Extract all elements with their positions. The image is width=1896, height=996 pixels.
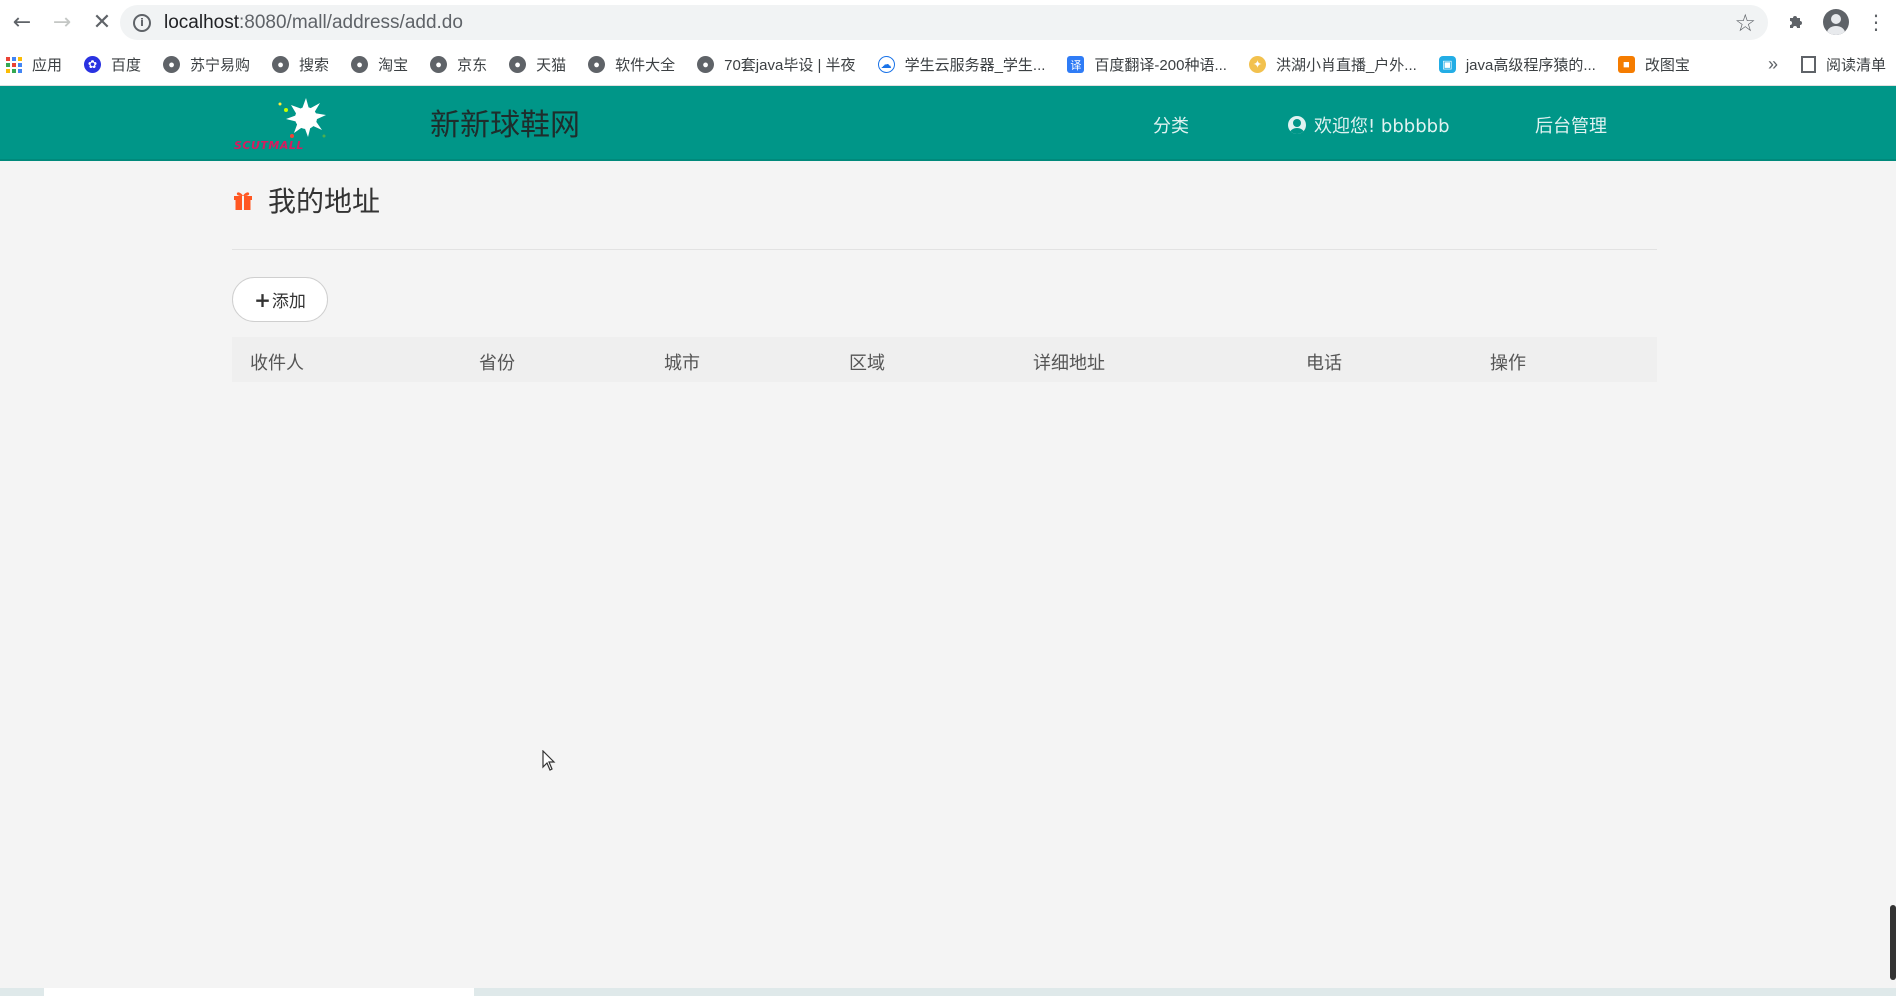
column-district: 区域 (849, 353, 885, 374)
bookmark-apps[interactable]: 应用 (6, 54, 62, 75)
mouse-cursor-icon (542, 749, 556, 776)
bookmark-label: 天猫 (536, 57, 567, 74)
translate-icon: 译 (1067, 56, 1085, 73)
logo-text: SCUTMALL (234, 139, 304, 152)
bookmark-label: 改图宝 (1644, 57, 1690, 74)
column-actions: 操作 (1490, 353, 1526, 374)
globe-icon: ● (588, 56, 606, 73)
title-divider (232, 249, 1657, 250)
browser-toolbar: ← → ✕ i localhost:8080/mall/address/add.… (0, 0, 1896, 44)
bookmark-suning[interactable]: ● 苏宁易购 (163, 54, 250, 75)
taskbar-segment (44, 988, 474, 996)
bookmark-cloud[interactable]: ☁ 学生云服务器_学生... (877, 54, 1046, 75)
reading-list-button[interactable]: 阅读清单 (1800, 54, 1886, 75)
forward-icon[interactable]: → (44, 4, 80, 40)
nav-admin-link[interactable]: 后台管理 (1535, 112, 1607, 138)
plus-icon: + (254, 287, 271, 312)
globe-icon: ● (272, 56, 290, 73)
bookmark-label: 百度 (111, 57, 142, 74)
column-city: 城市 (664, 353, 700, 374)
bookmark-bilibili[interactable]: ▣ java高级程序猿的... (1438, 54, 1596, 75)
site-info-icon[interactable]: i (133, 13, 151, 32)
bookmark-label: 软件大全 (615, 57, 676, 74)
gift-icon (234, 192, 252, 210)
bookmark-label: java高级程序猿的... (1465, 57, 1596, 74)
reading-list-icon (1800, 56, 1816, 73)
bookmarks-overflow-button[interactable]: » (1768, 54, 1778, 75)
bookmarks-bar: 应用 ✿ 百度 ● 苏宁易购 ● 搜索 ● 淘宝 ● 京东 ● 天猫 ● 软件大… (0, 44, 1896, 86)
site-logo[interactable]: SCUTMALL (234, 96, 334, 154)
bookmark-label: 苏宁易购 (190, 57, 251, 74)
address-table-header: 收件人 省份 城市 区域 详细地址 电话 操作 (232, 337, 1657, 382)
bookmark-label: 百度翻译-200种语... (1094, 57, 1227, 74)
menu-kebab-icon[interactable]: ⋮ (1856, 10, 1896, 34)
back-icon[interactable]: ← (4, 4, 40, 40)
bookmark-gaitubao[interactable]: ■ 改图宝 (1617, 54, 1690, 75)
profile-avatar-icon[interactable] (1816, 9, 1856, 35)
globe-icon: ● (509, 56, 527, 73)
scrollbar-thumb[interactable] (1890, 905, 1896, 980)
bilibili-icon: ▣ (1438, 56, 1456, 73)
bookmark-label: 70套java毕设 | 半夜 (724, 57, 856, 74)
bookmark-jd[interactable]: ● 京东 (430, 54, 487, 75)
toolbar-right: ⋮ (1776, 0, 1896, 44)
column-recipient: 收件人 (250, 353, 304, 374)
bookmark-taobao[interactable]: ● 淘宝 (351, 54, 408, 75)
bird-icon: ✦ (1248, 56, 1266, 73)
site-header: SCUTMALL 新新球鞋网 分类 欢迎您! bbbbbb 后台管理 (0, 86, 1896, 161)
baidu-paw-icon: ✿ (84, 56, 102, 73)
cloud-icon: ☁ (877, 56, 895, 73)
section-title-text: 我的地址 (268, 185, 381, 218)
url-path: :8080/mall/address/add.do (239, 11, 463, 33)
bookmark-label: 淘宝 (378, 57, 409, 74)
bookmark-label: 学生云服务器_学生... (904, 57, 1046, 74)
user-circle-icon (1288, 116, 1306, 134)
globe-icon: ● (351, 56, 369, 73)
globe-icon: ● (163, 56, 181, 73)
column-province: 省份 (479, 353, 515, 374)
reading-list-label: 阅读清单 (1825, 57, 1886, 74)
nav-user-welcome[interactable]: 欢迎您! bbbbbb (1288, 112, 1450, 138)
bookmark-label: 应用 (32, 57, 63, 74)
column-phone: 电话 (1306, 353, 1342, 374)
bookmark-tmall[interactable]: ● 天猫 (509, 54, 566, 75)
bookmark-label: 京东 (457, 57, 488, 74)
bookmark-label: 洪湖小肖直播_户外... (1275, 57, 1417, 74)
url-text[interactable]: localhost:8080/mall/address/add.do (164, 12, 463, 34)
welcome-text: 欢迎您! bbbbbb (1314, 116, 1450, 137)
bookmark-live[interactable]: ✦ 洪湖小肖直播_户外... (1248, 54, 1417, 75)
extensions-icon[interactable] (1776, 12, 1816, 32)
page-title: 我的地址 (232, 180, 380, 220)
add-button-label: 添加 (271, 292, 306, 312)
url-host: localhost (164, 11, 239, 33)
site-title[interactable]: 新新球鞋网 (430, 100, 580, 144)
globe-icon: ● (697, 56, 715, 73)
apps-grid-icon (6, 56, 22, 73)
globe-icon: ● (430, 56, 448, 73)
stop-loading-icon[interactable]: ✕ (84, 4, 120, 40)
image-icon: ■ (1617, 56, 1635, 73)
bookmark-label: 搜索 (299, 57, 330, 74)
column-detail-address: 详细地址 (1033, 353, 1105, 374)
bookmark-translate[interactable]: 译 百度翻译-200种语... (1067, 54, 1227, 75)
address-bar[interactable]: i localhost:8080/mall/address/add.do ☆ (120, 5, 1768, 40)
bookmark-star-icon[interactable]: ☆ (1734, 9, 1756, 37)
bookmark-baidu[interactable]: ✿ 百度 (84, 54, 141, 75)
bookmark-software[interactable]: ● 软件大全 (588, 54, 675, 75)
bookmark-search[interactable]: ● 搜索 (272, 54, 329, 75)
splash-logo-icon (278, 98, 326, 138)
bookmark-java[interactable]: ● 70套java毕设 | 半夜 (697, 54, 856, 75)
nav-category-link[interactable]: 分类 (1153, 112, 1189, 138)
add-address-button[interactable]: + 添加 (232, 277, 328, 322)
